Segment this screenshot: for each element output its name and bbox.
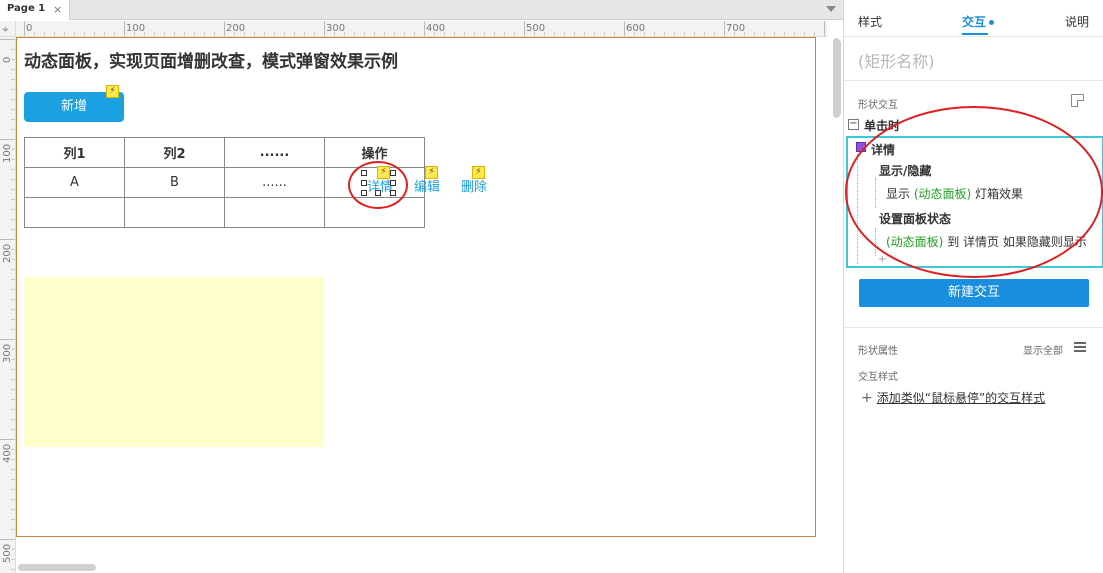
dynamic-panel[interactable] bbox=[24, 277, 324, 447]
ruler-label: 0 bbox=[2, 56, 13, 63]
axure-editor: Page 1 × ⌖ 0 100 200 300 400 500 600 700 800 0 10… bbox=[0, 0, 1103, 573]
ruler-label: 400 bbox=[2, 443, 13, 463]
ruler-corner[interactable]: ⌖ bbox=[0, 21, 16, 37]
ruler-label: 100 bbox=[126, 23, 146, 34]
tab-interaction-label: 交互 bbox=[962, 15, 987, 29]
add-style-link[interactable]: 添加类似“鼠标悬停”的交互样式 bbox=[877, 391, 1045, 405]
ruler-tick bbox=[424, 21, 425, 36]
ruler-tick bbox=[224, 21, 225, 36]
ruler-label: 0 bbox=[26, 23, 33, 34]
ruler-tick bbox=[124, 21, 125, 36]
interaction-lightning-icon: ⚡ bbox=[425, 166, 438, 179]
interaction-lightning-icon: ⚡ bbox=[472, 166, 485, 179]
ruler-tick bbox=[524, 21, 525, 36]
plus-icon: + bbox=[861, 390, 873, 406]
canvas-area: Page 1 × ⌖ 0 100 200 300 400 500 600 700 800 0 10… bbox=[0, 0, 843, 573]
ruler-label: 800 bbox=[826, 23, 827, 34]
ruler-tick bbox=[0, 539, 15, 540]
ruler-tick bbox=[624, 21, 625, 36]
tab-style[interactable]: 样式 bbox=[858, 13, 882, 30]
ruler-tick bbox=[0, 439, 15, 440]
new-interaction-button[interactable]: 新建交互 bbox=[859, 279, 1089, 307]
ruler-label: 600 bbox=[626, 23, 646, 34]
section-shape-props: 形状属性 bbox=[858, 346, 898, 357]
shape-name-input[interactable]: (矩形名称) bbox=[858, 48, 935, 72]
ruler-tick bbox=[0, 339, 15, 340]
table-cell bbox=[124, 197, 225, 228]
table-cell bbox=[24, 197, 125, 228]
ruler-label: 700 bbox=[726, 23, 746, 34]
crosshair-icon: ⌖ bbox=[2, 22, 9, 36]
show-all-link[interactable]: 显示全部 bbox=[1023, 342, 1063, 357]
annotation-circle bbox=[845, 106, 1103, 278]
add-action-icon[interactable]: + bbox=[878, 254, 886, 265]
ruler-tick bbox=[0, 39, 15, 40]
table-cell bbox=[224, 197, 325, 228]
tab-interaction[interactable]: 交互 bbox=[962, 13, 995, 30]
inspector-panel: 样式 交互 说明 (矩形名称) 形状交互 − 单击时 详情 显示/隐藏 显示 (… bbox=[843, 0, 1103, 573]
menu-icon[interactable] bbox=[1074, 342, 1086, 352]
chevron-down-icon[interactable] bbox=[826, 6, 836, 12]
ruler-label: 400 bbox=[426, 23, 446, 34]
page-tab-label: Page 1 bbox=[7, 3, 46, 14]
table-cell: A bbox=[24, 167, 125, 198]
page-tab[interactable]: Page 1 × bbox=[0, 0, 70, 20]
table-header-cell: 列2 bbox=[124, 137, 225, 168]
table-cell: B bbox=[124, 167, 225, 198]
section-interaction-styles: 交互样式 bbox=[858, 372, 898, 383]
add-interaction-style[interactable]: + 添加类似“鼠标悬停”的交互样式 bbox=[861, 389, 1045, 406]
ruler-tick bbox=[324, 21, 325, 36]
ruler-tick bbox=[24, 21, 25, 36]
page-tab-bar: Page 1 × bbox=[0, 0, 843, 20]
ruler-label: 200 bbox=[2, 243, 13, 263]
annotation-circle bbox=[348, 161, 408, 209]
divider bbox=[844, 327, 1103, 328]
ruler-label: 100 bbox=[2, 143, 13, 163]
close-icon[interactable]: × bbox=[53, 3, 62, 16]
horizontal-scrollbar[interactable] bbox=[18, 564, 96, 571]
active-tab-indicator bbox=[962, 33, 988, 35]
collapse-icon[interactable]: − bbox=[848, 119, 859, 130]
ruler-tick bbox=[11, 569, 15, 570]
tab-notes[interactable]: 说明 bbox=[1065, 13, 1089, 30]
section-shape-interaction: 形状交互 bbox=[858, 100, 898, 111]
ruler-tick bbox=[724, 21, 725, 36]
inspector-scrollbar[interactable] bbox=[835, 40, 841, 116]
table-header-cell: ...... bbox=[224, 137, 325, 168]
vertical-ruler: 0 100 200 300 400 500 bbox=[0, 37, 16, 573]
divider bbox=[844, 36, 1103, 37]
ruler-tick bbox=[0, 139, 15, 140]
ruler-label: 500 bbox=[526, 23, 546, 34]
ruler-label: 300 bbox=[2, 343, 13, 363]
divider bbox=[844, 80, 1103, 81]
modified-dot-icon bbox=[989, 20, 995, 25]
table-cell: ...... bbox=[224, 167, 325, 198]
ruler-label: 300 bbox=[326, 23, 346, 34]
ruler-label: 500 bbox=[2, 543, 13, 563]
ruler-label: 200 bbox=[226, 23, 246, 34]
interaction-lightning-icon: ⚡ bbox=[106, 85, 119, 98]
page-title: 动态面板，实现页面增删改查，模式弹窗效果示例 bbox=[24, 52, 398, 72]
ruler-tick bbox=[0, 239, 15, 240]
table-header-cell: 列1 bbox=[24, 137, 125, 168]
horizontal-ruler: 0 100 200 300 400 500 600 700 800 bbox=[16, 21, 827, 37]
expand-icon[interactable] bbox=[1071, 94, 1084, 107]
ruler-tick bbox=[824, 21, 825, 36]
